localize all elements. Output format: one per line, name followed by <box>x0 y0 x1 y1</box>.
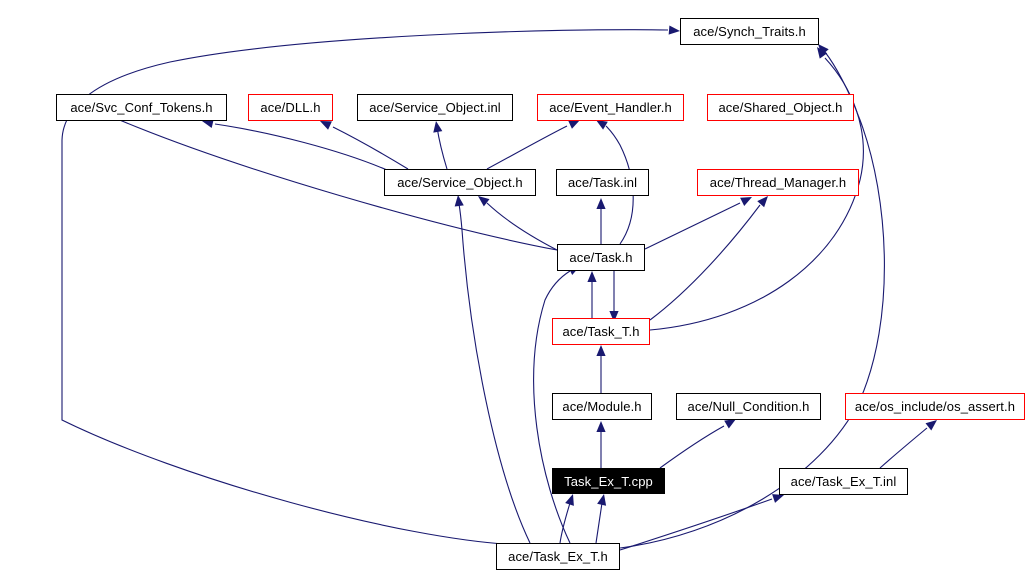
graph-node-synch_traits[interactable]: ace/Synch_Traits.h <box>680 18 819 45</box>
graph-node-label: ace/DLL.h <box>260 100 321 115</box>
edge-task_ex_h-to-task_ex_cpp <box>595 502 603 544</box>
edge-service_obj-to-dll <box>332 126 409 170</box>
graph-node-task_inl[interactable]: ace/Task.inl <box>556 169 649 196</box>
graph-node-svc_conf[interactable]: ace/Svc_Conf_Tokens.h <box>56 94 227 121</box>
graph-node-module[interactable]: ace/Module.h <box>552 393 652 420</box>
edge-task_ex_h-to-service_obj <box>458 203 531 544</box>
graph-node-label: ace/Task_Ex_T.inl <box>790 474 897 489</box>
graph-node-thread_mgr[interactable]: ace/Thread_Manager.h <box>697 169 859 196</box>
arrowhead-task_ex_cpp-to-null_cond <box>724 419 736 429</box>
graph-node-task_t[interactable]: ace/Task_T.h <box>552 318 650 345</box>
graph-node-os_assert[interactable]: ace/os_include/os_assert.h <box>845 393 1025 420</box>
graph-node-label: ace/Svc_Conf_Tokens.h <box>70 100 213 115</box>
edge-task_ex_inl-to-os_assert <box>879 427 928 469</box>
arrowhead-task_ex_h-to-synch_traits <box>668 25 680 35</box>
arrowhead-task_h-to-event_handler <box>596 120 608 130</box>
arrowhead-task_ex_h-to-service_obj <box>454 195 464 207</box>
arrowhead-task_ex_h-to-task_ex_cpp <box>597 494 607 506</box>
arrowhead-task_ex_h-to-task_ex_inl <box>772 494 784 503</box>
graph-node-task_h[interactable]: ace/Task.h <box>557 244 645 271</box>
arrowhead-service_obj-to-service_inl <box>433 121 443 133</box>
graph-node-task_ex_inl[interactable]: ace/Task_Ex_T.inl <box>779 468 908 495</box>
graph-node-label: ace/Service_Object.h <box>397 175 523 190</box>
graph-node-task_ex_cpp[interactable]: Task_Ex_T.cpp <box>552 468 665 494</box>
arrowhead-task_t-to-thread_mgr <box>757 196 768 208</box>
arrowhead-service_obj-to-event_handler <box>568 120 580 129</box>
graph-node-service_inl[interactable]: ace/Service_Object.inl <box>357 94 513 121</box>
arrowhead-module-to-task_t <box>596 345 606 356</box>
include-dependency-graph: ace/Synch_Traits.h ace/Svc_Conf_Tokens.h a… <box>0 0 1034 575</box>
graph-node-task_ex_h[interactable]: ace/Task_Ex_T.h <box>496 543 620 570</box>
arrowhead-task_ex_cpp-to-module <box>596 421 606 432</box>
graph-node-label: ace/Event_Handler.h <box>549 100 672 115</box>
graph-node-label: ace/os_include/os_assert.h <box>854 399 1016 414</box>
graph-node-label: ace/Service_Object.inl <box>369 100 501 115</box>
graph-node-label: ace/Task.inl <box>567 175 638 190</box>
edge-task_t-to-thread_mgr <box>649 204 761 321</box>
graph-node-dll[interactable]: ace/DLL.h <box>248 94 333 121</box>
arrowhead-task_h-to-service_obj <box>478 196 490 207</box>
graph-node-label: ace/Thread_Manager.h <box>709 175 847 190</box>
graph-node-label: ace/Task_Ex_T.h <box>508 549 608 564</box>
edge-service_obj-to-service_inl <box>436 126 448 170</box>
arrowhead-task_t-to-task_h <box>587 271 597 282</box>
graph-node-label: ace/Null_Condition.h <box>687 399 810 414</box>
graph-node-shared_object[interactable]: ace/Shared_Object.h <box>707 94 854 121</box>
edge-service_obj-to-event_handler <box>486 125 568 170</box>
graph-node-label: ace/Task_T.h <box>562 324 640 339</box>
graph-node-label: ace/Shared_Object.h <box>718 100 843 115</box>
graph-node-label: Task_Ex_T.cpp <box>564 473 653 489</box>
graph-node-event_handler[interactable]: ace/Event_Handler.h <box>537 94 684 121</box>
graph-node-null_cond[interactable]: ace/Null_Condition.h <box>676 393 821 420</box>
arrowhead-task_h-to-task_inl <box>596 198 606 209</box>
graph-node-label: ace/Synch_Traits.h <box>693 24 806 39</box>
graph-node-label: ace/Module.h <box>562 399 642 414</box>
arrowhead-task_ex_h-to-task_ex_cpp <box>565 494 574 506</box>
graph-node-label: ace/Task.h <box>569 250 633 265</box>
edge-task_h-to-thread_mgr <box>644 202 741 250</box>
arrowhead-task_h-to-thread_mgr <box>740 197 752 207</box>
edge-task_ex_cpp-to-null_cond <box>659 425 725 469</box>
arrowhead-task_ex_inl-to-os_assert <box>925 420 937 431</box>
arrowhead-service_obj-to-dll <box>320 121 332 130</box>
edge-service_obj-to-svc_conf <box>214 123 388 171</box>
graph-node-service_obj[interactable]: ace/Service_Object.h <box>384 169 536 196</box>
